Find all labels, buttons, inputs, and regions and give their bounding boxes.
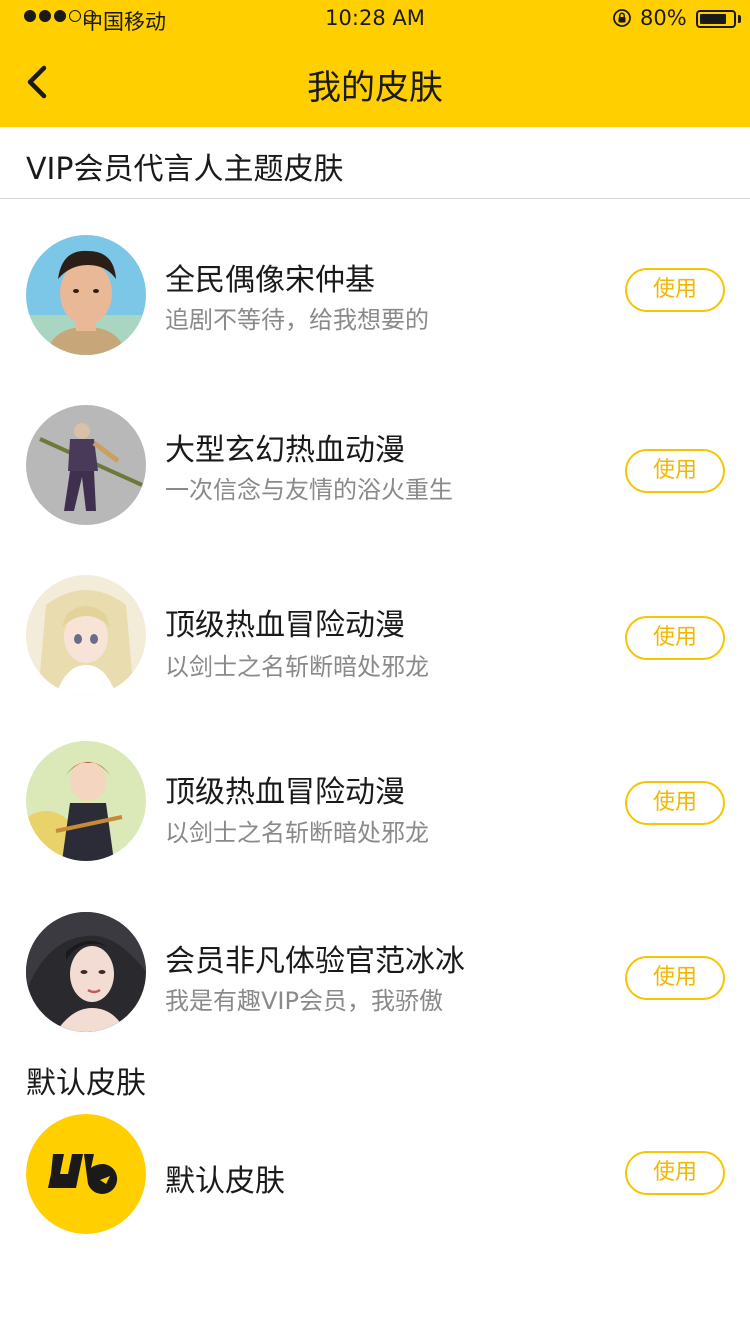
section-divider <box>0 198 750 199</box>
skin-title: 会员非凡体验官范冰冰 <box>165 944 465 979</box>
skin-item: 会员非凡体验官范冰冰 我是有趣VIP会员，我骄傲 使用 <box>0 912 750 1042</box>
status-time: 10:28 AM <box>325 6 425 30</box>
nav-bar: 我的皮肤 <box>0 40 750 127</box>
skin-thumbnail <box>26 912 146 1032</box>
skin-subtitle: 追剧不等待，给我想要的 <box>165 306 429 334</box>
battery-icon <box>696 10 736 28</box>
battery-nub <box>738 15 741 23</box>
skin-title: 全民偶像宋仲基 <box>165 263 375 298</box>
skin-title: 顶级热血冒险动漫 <box>165 608 405 643</box>
header-bar: 中国移动 10:28 AM 80% 我的皮肤 <box>0 0 750 127</box>
skin-subtitle: 一次信念与友情的浴火重生 <box>165 476 453 504</box>
use-button[interactable]: 使用 <box>625 449 725 493</box>
skin-thumbnail <box>26 405 146 525</box>
default-section-title: 默认皮肤 <box>26 1066 146 1101</box>
use-button[interactable]: 使用 <box>625 781 725 825</box>
skin-item: 全民偶像宋仲基 追剧不等待，给我想要的 使用 <box>0 235 750 365</box>
use-button[interactable]: 使用 <box>625 616 725 660</box>
rotation-lock-icon <box>613 9 631 27</box>
skin-title: 大型玄幻热血动漫 <box>165 433 405 468</box>
skin-subtitle: 以剑士之名斩断暗处邪龙 <box>165 819 429 847</box>
skin-item: 顶级热血冒险动漫 以剑士之名斩断暗处邪龙 使用 <box>0 575 750 705</box>
use-button[interactable]: 使用 <box>625 1151 725 1195</box>
skin-item: 大型玄幻热血动漫 一次信念与友情的浴火重生 使用 <box>0 405 750 535</box>
battery-percentage: 80% <box>640 6 687 30</box>
vip-section-title: VIP会员代言人主题皮肤 <box>26 152 344 187</box>
skin-subtitle: 以剑士之名斩断暗处邪龙 <box>165 653 429 681</box>
page-title: 我的皮肤 <box>307 68 443 108</box>
use-button[interactable]: 使用 <box>625 268 725 312</box>
skin-thumbnail <box>26 575 146 695</box>
skin-thumbnail <box>26 741 146 861</box>
status-bar: 中国移动 10:28 AM 80% <box>0 0 750 40</box>
skin-thumbnail <box>26 235 146 355</box>
skin-title: 顶级热血冒险动漫 <box>165 775 405 810</box>
use-button[interactable]: 使用 <box>625 956 725 1000</box>
skin-item: 顶级热血冒险动漫 以剑士之名斩断暗处邪龙 使用 <box>0 741 750 871</box>
skin-title: 默认皮肤 <box>165 1164 285 1199</box>
skin-subtitle: 我是有趣VIP会员，我骄傲 <box>165 987 443 1015</box>
default-skin-logo-icon <box>26 1114 146 1234</box>
skin-item-default: 默认皮肤 使用 <box>0 1114 750 1244</box>
